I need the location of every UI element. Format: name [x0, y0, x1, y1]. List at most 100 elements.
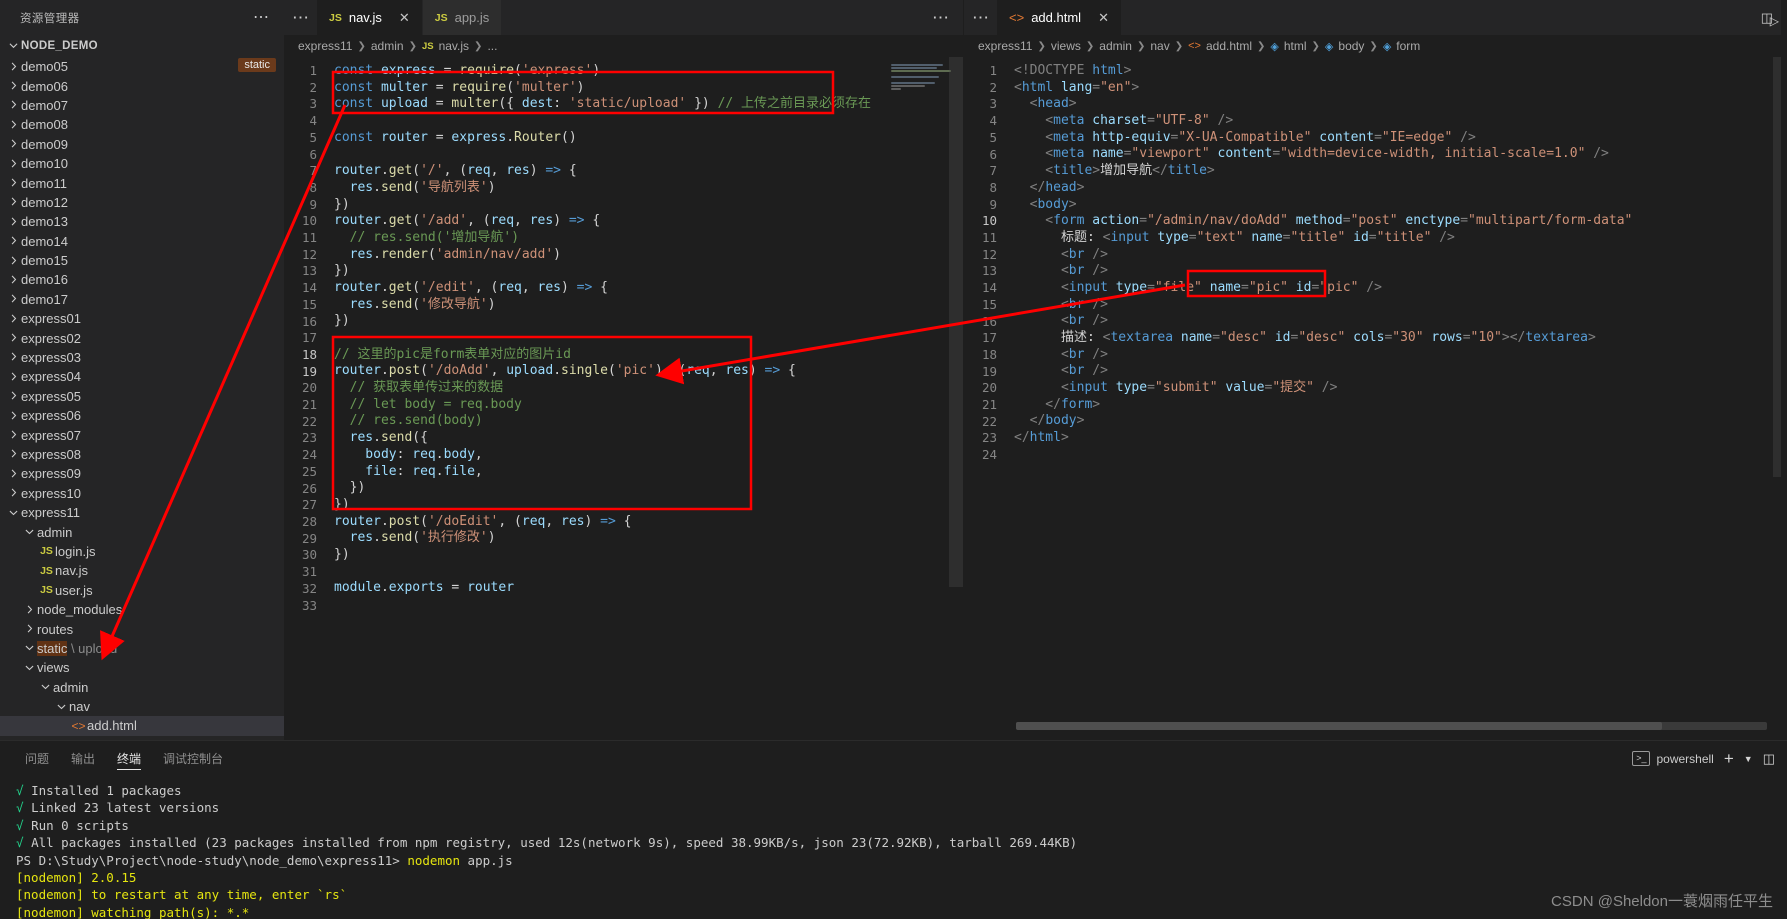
right-horizontal-scrollbar[interactable]	[1016, 722, 1767, 730]
left-code-content[interactable]: const express = require('express') const …	[326, 57, 963, 740]
code-line[interactable]: })	[334, 263, 963, 280]
plus-icon[interactable]: +	[1724, 750, 1734, 767]
chevron-right-icon[interactable]	[6, 159, 21, 169]
code-line[interactable]: const upload = multer({ dest: 'static/up…	[334, 96, 963, 113]
chevron-right-icon[interactable]	[6, 139, 21, 149]
file-tree[interactable]: demo05 demo06 demo07 demo08 demo09 demo10 demo…	[0, 57, 284, 740]
tree-item-demo15[interactable]: demo15	[0, 251, 284, 270]
tree-item-views[interactable]: views	[0, 658, 284, 677]
chevron-down-icon[interactable]	[38, 682, 53, 692]
chevron-right-icon[interactable]	[6, 236, 21, 246]
tree-item-demo11[interactable]: demo11	[0, 173, 284, 192]
chevron-right-icon[interactable]	[6, 488, 21, 498]
code-line[interactable]: })	[334, 480, 963, 497]
code-line[interactable]: body: req.body,	[334, 447, 963, 464]
chevron-right-icon[interactable]	[6, 197, 21, 207]
code-line[interactable]: })	[334, 197, 963, 214]
code-line[interactable]: <input type="submit" value="提交" />	[1014, 380, 1787, 397]
code-line[interactable]	[334, 330, 963, 347]
breadcrumb-item[interactable]: express11	[978, 39, 1032, 53]
left-tabbar-ellipsis-icon[interactable]: ⋯	[284, 0, 317, 35]
chevron-down-icon[interactable]: ▼	[1744, 754, 1753, 764]
tree-item-express04[interactable]: express04	[0, 367, 284, 386]
code-line[interactable]: <br />	[1014, 313, 1787, 330]
code-line[interactable]: // res.send('增加导航')	[334, 230, 963, 247]
code-line[interactable]: </html>	[1014, 430, 1787, 447]
code-line[interactable]: 描述: <textarea name="desc" id="desc" cols…	[1014, 330, 1787, 347]
breadcrumb-item[interactable]: form	[1396, 39, 1420, 53]
ellipsis-icon[interactable]: ⋯	[253, 9, 270, 25]
tree-item-demo08[interactable]: demo08	[0, 115, 284, 134]
left-vertical-scrollbar[interactable]	[949, 57, 963, 740]
tree-item-express10[interactable]: express10	[0, 484, 284, 503]
code-line[interactable]: <head>	[1014, 96, 1787, 113]
chevron-right-icon[interactable]	[6, 469, 21, 479]
chevron-down-icon[interactable]	[54, 702, 69, 712]
chevron-right-icon[interactable]	[6, 294, 21, 304]
code-line[interactable]: res.send({	[334, 430, 963, 447]
breadcrumb-item[interactable]: add.html	[1206, 39, 1252, 53]
terminal-output[interactable]: √ Installed 1 packages √ Linked 23 latest…	[0, 776, 1787, 919]
right-code-content[interactable]: <!DOCTYPE html> <html lang="en"> <head> <…	[1006, 57, 1787, 740]
panel-tab-terminal[interactable]: 终端	[106, 741, 152, 776]
terminal-shell-chip[interactable]: >_ powershell	[1632, 751, 1714, 766]
code-line[interactable]: <meta charset="UTF-8" />	[1014, 113, 1787, 130]
breadcrumb-item[interactable]: ...	[487, 39, 497, 53]
code-line[interactable]	[334, 146, 963, 163]
code-line[interactable]	[1014, 447, 1787, 464]
tree-item-demo16[interactable]: demo16	[0, 270, 284, 289]
chevron-right-icon[interactable]	[6, 62, 21, 72]
breadcrumb-item[interactable]: admin	[371, 39, 404, 53]
code-line[interactable]: router.post('/doAdd', upload.single('pic…	[334, 363, 963, 380]
breadcrumb-item[interactable]: nav.js	[439, 39, 469, 53]
tree-item-express05[interactable]: express05	[0, 387, 284, 406]
breadcrumb-item[interactable]: nav	[1150, 39, 1169, 53]
chevron-right-icon[interactable]	[6, 372, 21, 382]
chevron-right-icon[interactable]	[6, 449, 21, 459]
close-icon[interactable]: ✕	[1098, 11, 1109, 24]
panel-tab-problems[interactable]: 问题	[14, 741, 60, 776]
tree-item-express03[interactable]: express03	[0, 348, 284, 367]
code-line[interactable]: // 获取表单传过来的数据	[334, 380, 963, 397]
code-line[interactable]	[334, 564, 963, 581]
tab-addhtml[interactable]: <> add.html ✕	[997, 0, 1122, 35]
chevron-right-icon[interactable]	[6, 178, 21, 188]
workspace-root-row[interactable]: NODE_DEMO	[0, 35, 284, 57]
code-line[interactable]: <meta name="viewport" content="width=dev…	[1014, 146, 1787, 163]
breadcrumb-item[interactable]: admin	[1099, 39, 1132, 53]
code-line[interactable]: <br />	[1014, 247, 1787, 264]
chevron-right-icon[interactable]	[6, 100, 21, 110]
chevron-right-icon[interactable]	[6, 411, 21, 421]
code-line[interactable]: <!DOCTYPE html>	[1014, 63, 1787, 80]
tree-item-static-upload[interactable]: static \ upload	[0, 639, 284, 658]
code-line[interactable]: <br />	[1014, 363, 1787, 380]
breadcrumb-item[interactable]: express11	[298, 39, 352, 53]
code-line[interactable]: res.send('执行修改')	[334, 530, 963, 547]
chevron-down-icon[interactable]	[22, 643, 37, 653]
tree-item-express07[interactable]: express07	[0, 425, 284, 444]
chevron-right-icon[interactable]	[6, 314, 21, 324]
tree-item-user[interactable]: user	[0, 736, 284, 740]
chevron-right-icon[interactable]	[6, 333, 21, 343]
panel-tab-debug-console[interactable]: 调试控制台	[152, 741, 234, 776]
chevron-right-icon[interactable]	[6, 275, 21, 285]
tree-item-demo12[interactable]: demo12	[0, 193, 284, 212]
code-line[interactable]: })	[334, 547, 963, 564]
tree-item-demo17[interactable]: demo17	[0, 290, 284, 309]
tree-item-demo06[interactable]: demo06	[0, 76, 284, 95]
tree-item-demo09[interactable]: demo09	[0, 135, 284, 154]
chevron-right-icon[interactable]	[6, 352, 21, 362]
breadcrumb-item[interactable]: body	[1338, 39, 1364, 53]
code-line[interactable]: const express = require('express')	[334, 63, 963, 80]
code-line[interactable]	[334, 597, 963, 614]
code-line[interactable]: <meta http-equiv="X-UA-Compatible" conte…	[1014, 130, 1787, 147]
tree-item-admin[interactable]: admin	[0, 678, 284, 697]
code-line[interactable]: // 这里的pic是form表单对应的图片id	[334, 347, 963, 364]
chevron-right-icon[interactable]	[6, 430, 21, 440]
code-line[interactable]: res.send('修改导航')	[334, 297, 963, 314]
chevron-right-icon[interactable]	[22, 605, 37, 615]
chevron-right-icon[interactable]	[6, 81, 21, 91]
code-line[interactable]: router.get('/add', (req, res) => {	[334, 213, 963, 230]
tab-appjs[interactable]: JS app.js	[422, 0, 503, 35]
chevron-down-icon[interactable]	[6, 508, 21, 518]
